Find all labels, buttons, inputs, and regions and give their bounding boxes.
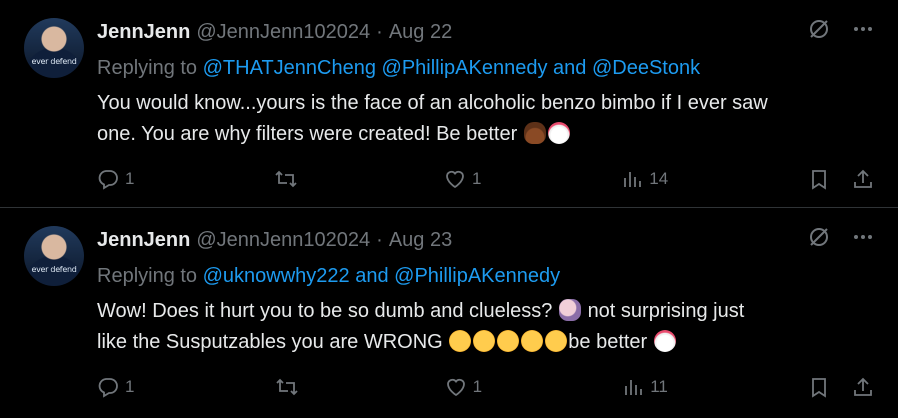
avatar[interactable]: ever defend [24, 226, 84, 286]
avatar[interactable]: ever defend [24, 18, 84, 78]
clown-emoji-icon [653, 330, 676, 352]
tweet-actions-right [808, 376, 874, 398]
tweet-text-line-tail: not surprising just [587, 300, 745, 322]
tweet-text-line: You would know...yours is the face of an… [97, 92, 768, 114]
retweet-icon [274, 168, 298, 190]
reply-count: 1 [125, 377, 135, 396]
tweet[interactable]: ever defend JennJenn @JennJenn102024 · A… [0, 0, 898, 208]
tweet-text-line-with-emoji: like the Susputzables you are WRONG be b… [97, 327, 874, 358]
reply-button[interactable]: 1 [97, 372, 134, 402]
replying-prefix: Replying to [97, 265, 198, 287]
grok-slash-icon[interactable] [808, 226, 830, 248]
share-upload-icon[interactable] [852, 168, 874, 190]
clown-emoji-icon [547, 122, 570, 144]
rolling-laughing-emoji-icon [497, 330, 520, 352]
grok-slash-icon[interactable] [808, 18, 830, 40]
more-dots-icon[interactable] [852, 226, 874, 248]
retweet-button[interactable] [275, 372, 305, 402]
view-count: 11 [650, 377, 668, 396]
tweet-text-line-with-emoji: Wow! Does it hurt you to be so dumb and … [97, 296, 874, 327]
reply-bubble-icon [97, 168, 119, 190]
display-name[interactable]: JennJenn [97, 21, 190, 44]
tweet-text: Wow! Does it hurt you to be so dumb and … [97, 296, 874, 358]
tweet-text: You would know...yours is the face of an… [97, 88, 874, 150]
tweet-date[interactable]: Aug 22 [389, 21, 452, 44]
rolling-laughing-emoji-icon [545, 330, 568, 352]
tweet-text-line: Wow! Does it hurt you to be so dumb and … [97, 300, 553, 322]
replying-to: Replying to @THATJennCheng @PhillipAKenn… [97, 50, 874, 86]
tweet-text-line: one. You are why filters were created! B… [97, 123, 518, 145]
tweet-top-actions [808, 226, 874, 248]
heart-icon [445, 376, 467, 398]
tweet-header: JennJenn @JennJenn102024 · Aug 23 [97, 222, 874, 258]
view-count: 14 [649, 169, 669, 188]
bookmark-icon[interactable] [808, 376, 830, 398]
reply-count: 1 [125, 169, 135, 188]
bar-chart-icon [622, 376, 644, 398]
facepalm-emoji-icon [559, 299, 581, 321]
reply-bubble-icon [97, 376, 119, 398]
like-button[interactable]: 1 [445, 372, 482, 402]
tweet-text-line-tail: be better [568, 331, 648, 353]
avatar-caption: ever defend [31, 265, 77, 274]
tweet-date[interactable]: Aug 23 [389, 229, 452, 252]
share-upload-icon[interactable] [852, 376, 874, 398]
tweet-text-line: like the Susputzables you are WRONG [97, 331, 443, 353]
views-button[interactable]: 14 [621, 164, 668, 194]
reply-mentions[interactable]: @uknowwhy222 and @PhillipAKennedy [203, 265, 561, 287]
more-dots-icon[interactable] [852, 18, 874, 40]
replying-prefix: Replying to [97, 57, 198, 79]
views-button[interactable]: 11 [622, 372, 668, 402]
tweet-actions: 1 1 14 [97, 164, 874, 194]
tweet-actions-right [808, 168, 874, 190]
display-name[interactable]: JennJenn [97, 229, 190, 252]
reply-button[interactable]: 1 [97, 164, 134, 194]
like-count: 1 [472, 169, 482, 188]
bar-chart-icon [621, 168, 643, 190]
tweet-top-actions [808, 18, 874, 40]
like-count: 1 [472, 377, 483, 396]
bookmark-icon[interactable] [808, 168, 830, 190]
retweet-icon [275, 376, 299, 398]
tweet-content: JennJenn @JennJenn102024 · Aug 23 Replyi… [97, 222, 874, 398]
like-button[interactable]: 1 [444, 164, 482, 194]
separator-dot: · [376, 20, 383, 43]
reply-mentions[interactable]: @THATJennCheng @PhillipAKennedy and @Dee… [203, 57, 700, 79]
avatar-caption: ever defend [31, 57, 77, 66]
tweet[interactable]: ever defend JennJenn @JennJenn102024 · A… [0, 208, 898, 418]
rolling-laughing-emoji-icon [473, 330, 496, 352]
rolling-laughing-emoji-icon [449, 330, 472, 352]
tweet-text-line-with-emoji: one. You are why filters were created! B… [97, 119, 874, 150]
user-handle[interactable]: @JennJenn102024 [196, 229, 370, 252]
user-handle[interactable]: @JennJenn102024 [196, 21, 370, 44]
separator-dot: · [376, 228, 383, 251]
rolling-laughing-emoji-icon [521, 330, 544, 352]
tweet-actions: 1 1 11 [97, 372, 874, 402]
tweet-content: JennJenn @JennJenn102024 · Aug 22 Replyi… [97, 14, 874, 190]
heart-icon [444, 168, 466, 190]
retweet-button[interactable] [274, 164, 304, 194]
poo-emoji-icon [523, 122, 546, 144]
tweet-header: JennJenn @JennJenn102024 · Aug 22 [97, 14, 874, 50]
replying-to: Replying to @uknowwhy222 and @PhillipAKe… [97, 258, 874, 294]
